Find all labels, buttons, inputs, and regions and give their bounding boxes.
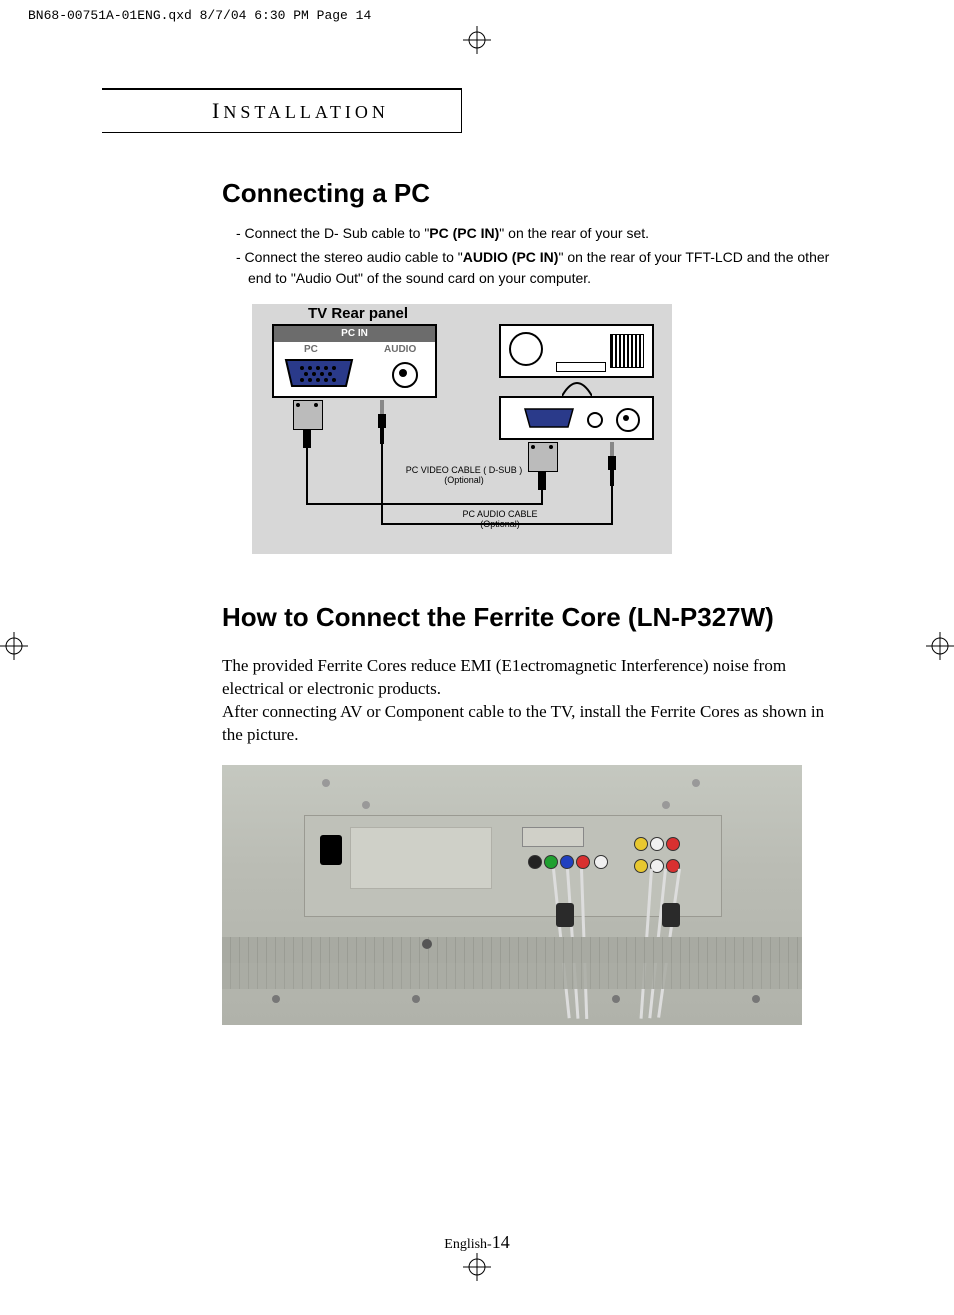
audio-plug-icon <box>608 442 616 486</box>
crop-mark-right-icon <box>926 632 954 660</box>
audio-plug-icon <box>378 400 386 444</box>
instruction-item: - Connect the D- Sub cable to "PC (PC IN… <box>236 223 830 243</box>
connection-diagram: TV Rear panel PC IN PC AUDIO <box>252 304 672 554</box>
vga-plug-icon <box>293 400 321 446</box>
instruction-item: - Connect the stereo audio cable to "AUD… <box>236 247 830 288</box>
section-header: INSTALLATION <box>212 102 389 122</box>
ferrite-photo <box>222 765 802 1025</box>
instruction-list: - Connect the D- Sub cable to "PC (PC IN… <box>222 223 842 288</box>
audio-cable-label: PC AUDIO CABLE(Optional) <box>440 510 560 530</box>
heading-connecting-pc: Connecting a PC <box>222 178 842 209</box>
print-slug: BN68-00751A-01ENG.qxd 8/7/04 6:30 PM Pag… <box>28 8 371 23</box>
page-footer: English-14 <box>0 1232 954 1253</box>
body-text: The provided Ferrite Cores reduce EMI (E… <box>222 655 842 747</box>
vga-plug-icon <box>528 442 556 488</box>
crop-mark-left-icon <box>0 632 28 660</box>
section-header-box: INSTALLATION <box>102 88 462 133</box>
heading-ferrite-core: How to Connect the Ferrite Core (LN-P327… <box>222 602 842 633</box>
video-cable-label: PC VIDEO CABLE ( D-SUB )(Optional) <box>404 466 524 486</box>
